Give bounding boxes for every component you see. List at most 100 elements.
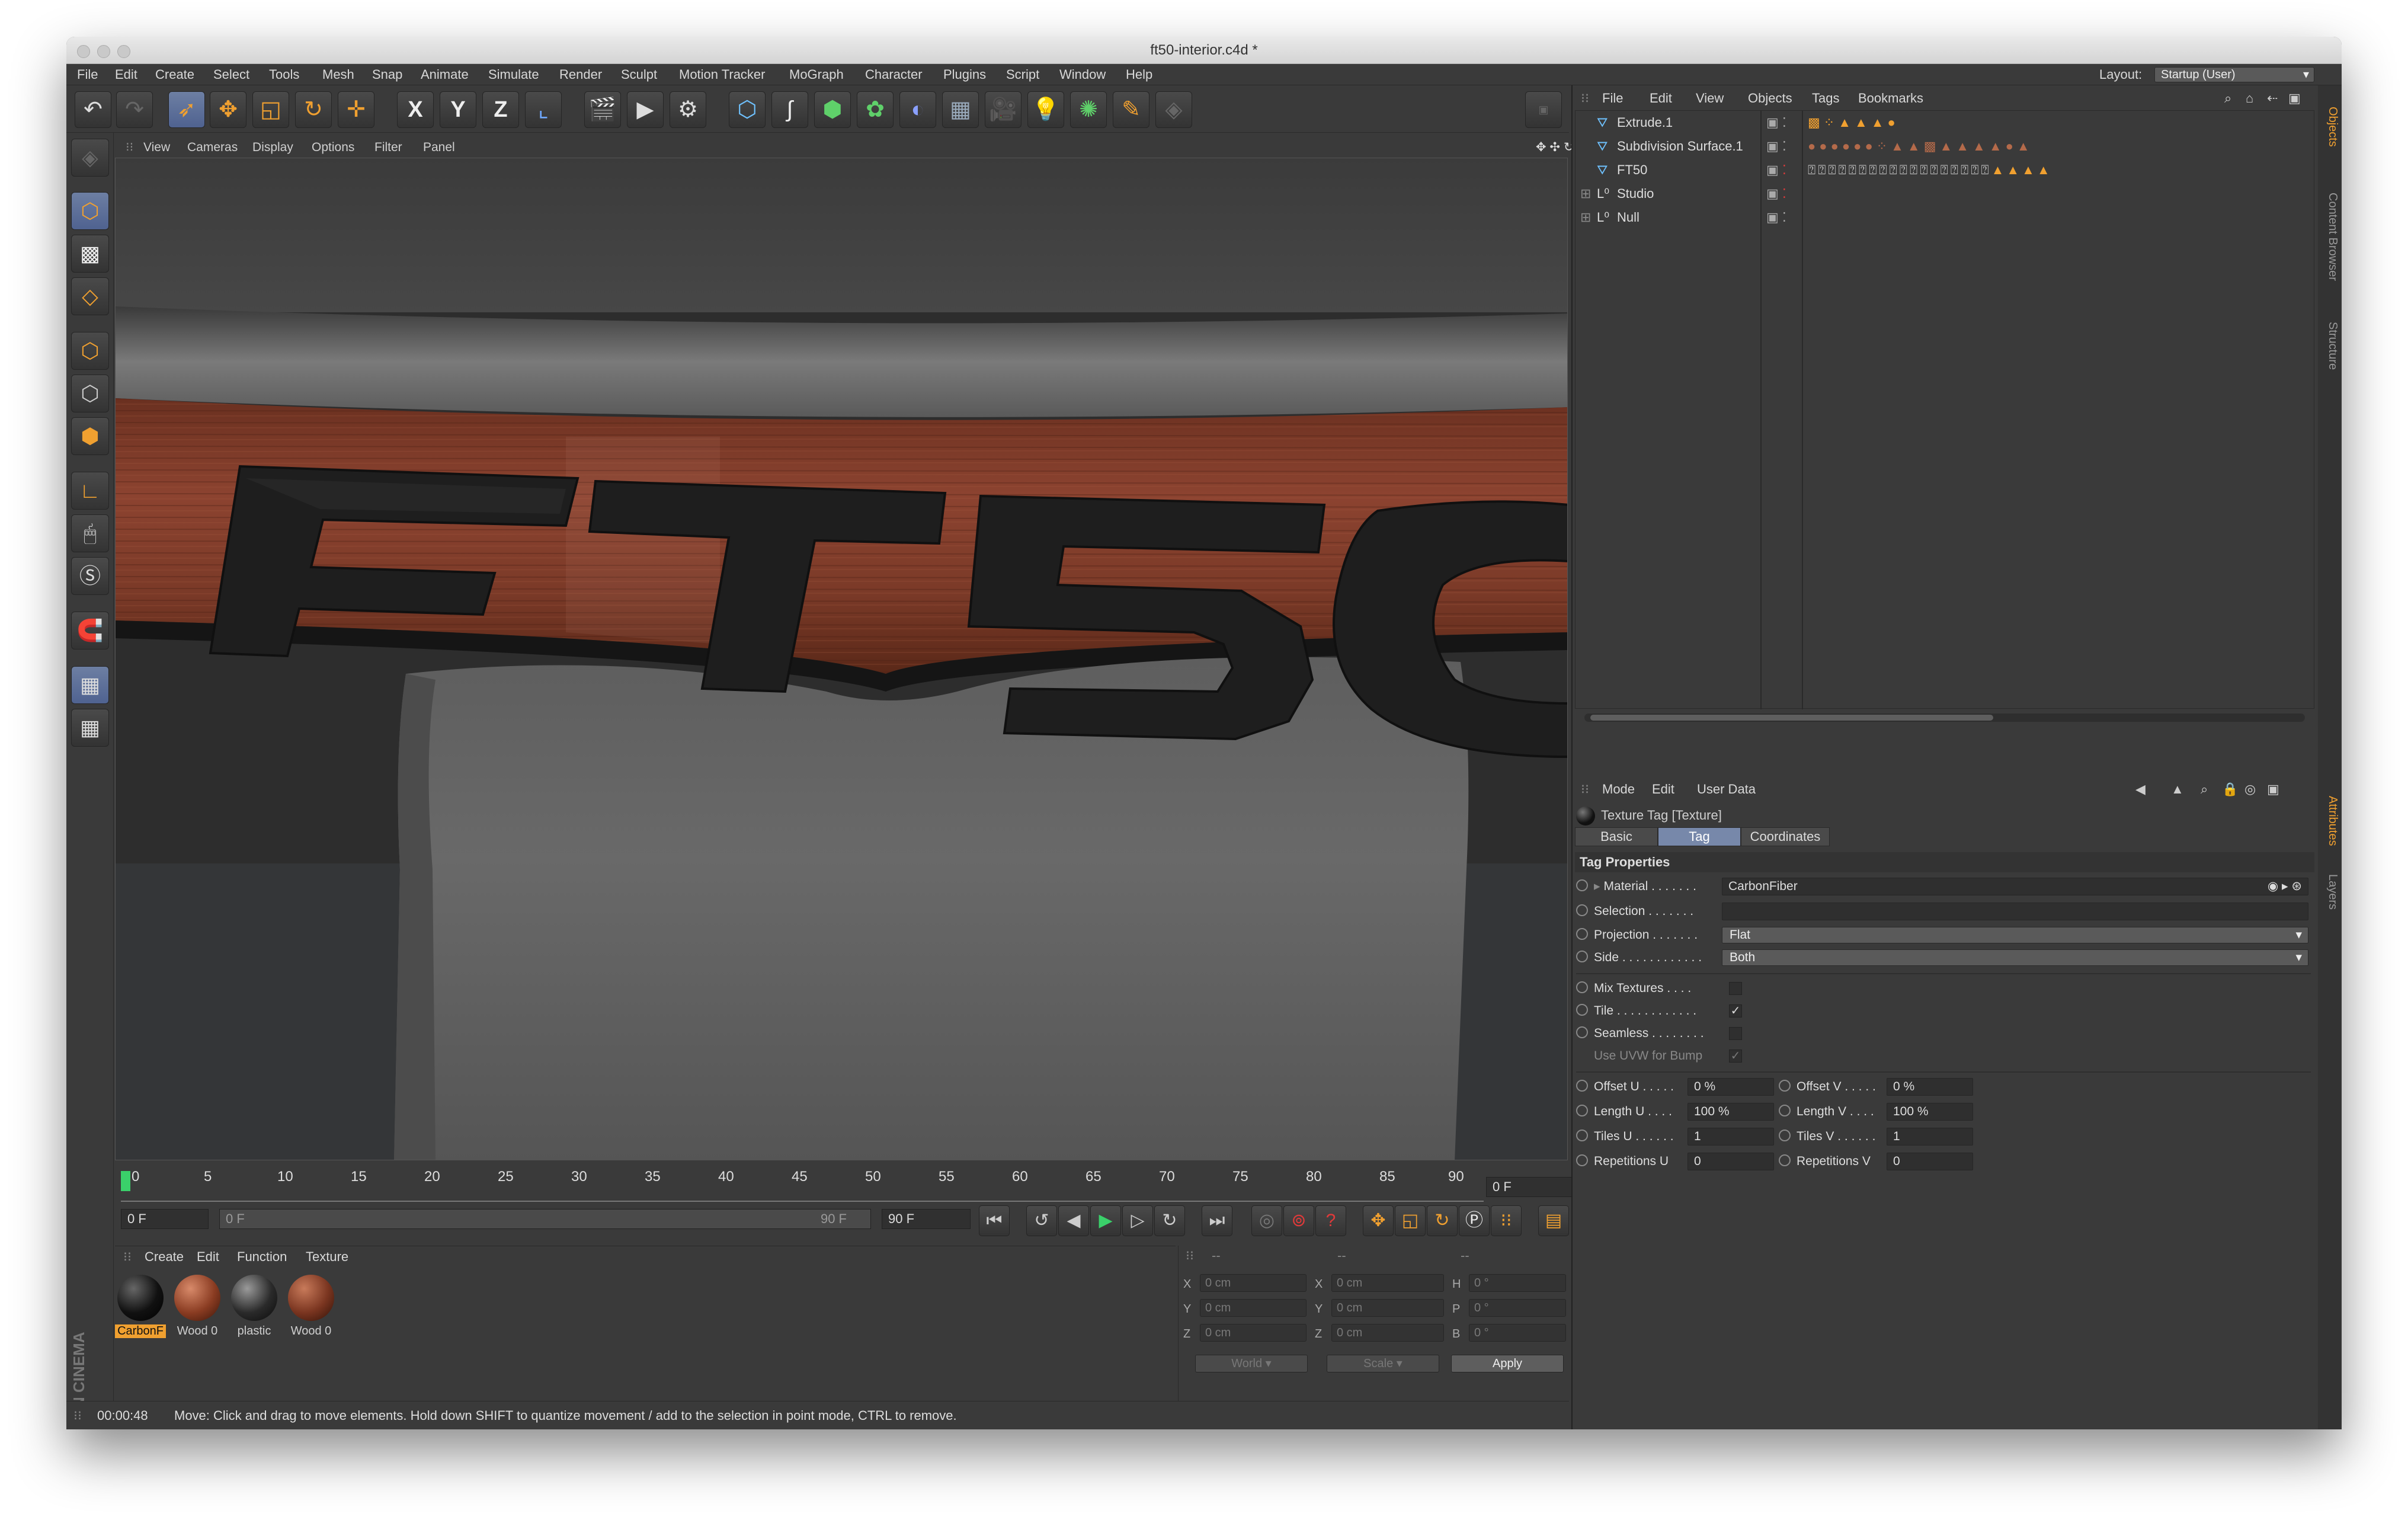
rotation-h-field[interactable]: 0 ° [1469, 1274, 1566, 1292]
material-menu-texture[interactable]: Texture [306, 1246, 348, 1268]
apply-button[interactable]: Apply [1451, 1355, 1564, 1372]
animate-radio[interactable] [1576, 951, 1588, 963]
rotate-icon[interactable]: ↻ [295, 91, 332, 128]
selection-field[interactable] [1722, 903, 2308, 920]
up-arrow-icon[interactable]: ▲ [2171, 779, 2184, 800]
animate-radio[interactable] [1576, 1004, 1588, 1016]
menu-tools[interactable]: Tools [269, 64, 299, 85]
render-picture-viewer-icon[interactable]: ▶ [627, 91, 664, 128]
om-menu-objects[interactable]: Objects [1748, 88, 1792, 109]
menu-character[interactable]: Character [865, 64, 923, 85]
material-swatch-plastic[interactable]: plastic [229, 1275, 280, 1341]
expand-icon[interactable]: ⊞ [1580, 206, 1591, 229]
deformer-icon[interactable]: ◐ [899, 91, 936, 128]
axis-mode-icon[interactable]: ∟ [71, 472, 109, 510]
tab-tag[interactable]: Tag [1658, 827, 1741, 846]
side-tab-structure[interactable]: Structure [2320, 311, 2339, 382]
menu-snap[interactable]: Snap [372, 64, 402, 85]
points-mode-icon[interactable]: ⬡ [71, 332, 109, 370]
texture-mode-icon[interactable]: ▩ [71, 235, 109, 273]
object-row[interactable]: ⊞ L⁰ Studio ▣ ⁚ [1576, 182, 2314, 206]
tweak-mode-icon[interactable]: 🖱 [71, 514, 109, 552]
scale-icon[interactable]: ◱ [252, 91, 289, 128]
menu-select[interactable]: Select [213, 64, 249, 85]
animate-radio[interactable] [1576, 879, 1588, 892]
rotation-b-field[interactable]: 0 ° [1469, 1324, 1566, 1342]
undo-icon[interactable]: ↶ [75, 91, 111, 128]
lock-icon[interactable]: 🔒 [2222, 779, 2238, 800]
record-keys-icon[interactable]: ◎ [1251, 1205, 1282, 1236]
menu-file[interactable]: File [77, 64, 98, 85]
link-tools-icon[interactable]: ◉ ▸ ⊛ [2268, 878, 2302, 895]
viewport-menu-filter[interactable]: Filter [374, 137, 402, 158]
menu-sculpt[interactable]: Sculpt [621, 64, 657, 85]
search-icon[interactable]: ⌕ [2224, 88, 2231, 109]
sculpt-brush-icon[interactable]: ✎ [1113, 91, 1149, 128]
repetitions-u-field[interactable]: 0 [1687, 1153, 1774, 1170]
projection-dropdown[interactable]: Flat ▾ [1722, 927, 2308, 943]
animate-radio[interactable] [1576, 1105, 1588, 1117]
autokey-icon[interactable]: ⊚ [1283, 1205, 1314, 1236]
3d-viewport[interactable] [115, 158, 1568, 1160]
visibility-toggle-icon[interactable]: ▣ ⁚ [1766, 135, 1786, 158]
visibility-toggle-icon[interactable]: ▣ ⁚ [1766, 158, 1786, 182]
back-arrow-icon[interactable]: ◀ [2135, 779, 2146, 800]
scale-x-field[interactable]: 0 cm [1331, 1274, 1444, 1292]
menu-mograph[interactable]: MoGraph [789, 64, 844, 85]
side-tab-layers[interactable]: Layers [2320, 865, 2339, 919]
position-x-field[interactable]: 0 cm [1200, 1274, 1307, 1292]
menu-window[interactable]: Window [1059, 64, 1106, 85]
tag-icons[interactable]: ●●●●●●⁘▲▲▩▲▲▲▲●▲ [1808, 135, 2034, 158]
material-menu-function[interactable]: Function [237, 1246, 287, 1268]
go-to-previous-key-icon[interactable]: ↺ [1026, 1205, 1057, 1236]
om-menu-bookmarks[interactable]: Bookmarks [1858, 88, 1923, 109]
rotation-p-field[interactable]: 0 ° [1469, 1299, 1566, 1317]
new-window-icon[interactable]: ▣ [2267, 779, 2279, 800]
start-frame-field[interactable]: 0 F [121, 1209, 209, 1229]
expand-arrow-icon[interactable]: ▸ [1594, 879, 1600, 893]
material-swatch-carbonfiber[interactable]: CarbonF [115, 1275, 166, 1341]
z-axis-icon[interactable]: Z [482, 91, 519, 128]
animate-radio[interactable] [1576, 928, 1588, 940]
tab-basic[interactable]: Basic [1575, 827, 1658, 846]
redo-icon[interactable]: ↷ [116, 91, 153, 128]
viewport-menu-options[interactable]: Options [312, 137, 354, 158]
scale-y-field[interactable]: 0 cm [1331, 1299, 1444, 1317]
side-tab-content-browser[interactable]: Content Browser [2320, 168, 2339, 305]
layout-dropdown[interactable]: Startup (User) ▾ [2154, 67, 2314, 82]
menu-motion-tracker[interactable]: Motion Tracker [679, 64, 766, 85]
offset-u-field[interactable]: 0 % [1687, 1078, 1774, 1096]
animate-radio[interactable] [1576, 981, 1588, 994]
animate-radio[interactable] [1576, 904, 1588, 917]
timeline-window-icon[interactable]: ▤ [1538, 1205, 1569, 1236]
render-settings-icon[interactable]: ⚙ [670, 91, 706, 128]
settings-icon[interactable]: ◎ [2244, 779, 2256, 800]
seamless-checkbox[interactable] [1729, 1027, 1742, 1040]
animate-radio[interactable] [1779, 1105, 1791, 1117]
record-rotation-icon[interactable]: ↻ [1427, 1205, 1458, 1236]
record-parameter-icon[interactable]: Ⓟ [1459, 1205, 1490, 1236]
spline-pen-icon[interactable]: ∫ [771, 91, 808, 128]
y-axis-icon[interactable]: Y [440, 91, 476, 128]
expand-icon[interactable]: ⊞ [1580, 182, 1591, 206]
size-mode-dropdown[interactable]: Scale ▾ [1327, 1355, 1439, 1372]
menu-plugins[interactable]: Plugins [943, 64, 986, 85]
om-menu-file[interactable]: File [1602, 88, 1623, 109]
tab-coordinates[interactable]: Coordinates [1741, 827, 1830, 846]
length-u-field[interactable]: 100 % [1687, 1103, 1774, 1121]
last-tool-icon[interactable]: ✛ [338, 91, 374, 128]
offset-v-field[interactable]: 0 % [1887, 1078, 1973, 1096]
subdivision-surface-icon[interactable]: ⬢ [814, 91, 851, 128]
close-window-button[interactable] [77, 45, 90, 58]
material-swatch-wood-2[interactable]: Wood 0 [286, 1275, 337, 1341]
mograph-cloner-icon[interactable]: ✺ [1070, 91, 1107, 128]
tiles-u-field[interactable]: 1 [1687, 1128, 1774, 1146]
floor-icon[interactable]: ▦ [942, 91, 979, 128]
step-back-icon[interactable]: ◀ [1058, 1205, 1089, 1236]
material-link-field[interactable]: CarbonFiber ◉ ▸ ⊛ [1722, 878, 2308, 895]
end-frame-field[interactable]: 90 F [882, 1209, 971, 1229]
menu-help[interactable]: Help [1126, 64, 1152, 85]
light-icon[interactable]: 💡 [1027, 91, 1064, 128]
minimize-window-button[interactable] [97, 45, 110, 58]
om-menu-view[interactable]: View [1696, 88, 1724, 109]
